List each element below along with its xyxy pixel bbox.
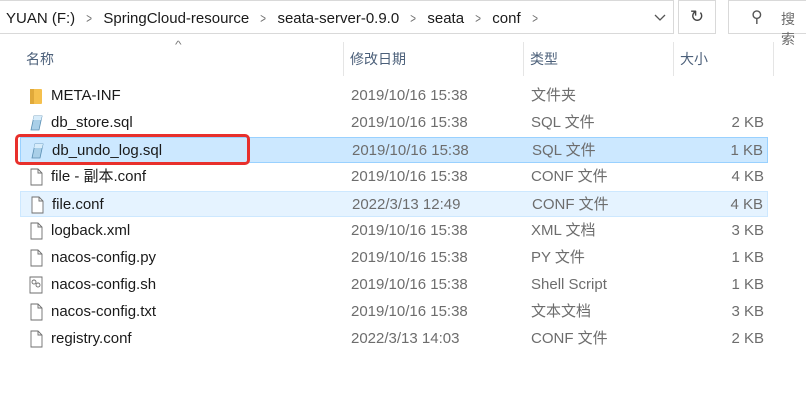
file-name: file.conf bbox=[52, 196, 104, 213]
file-size: 4 KB bbox=[730, 196, 763, 213]
file-date: 2019/10/16 15:38 bbox=[351, 114, 468, 131]
file-row[interactable]: logback.xml 2019/10/16 15:38 XML 文档 3 KB bbox=[20, 218, 768, 244]
file-type: SQL 文件 bbox=[531, 114, 595, 131]
file-name: nacos-config.py bbox=[51, 249, 157, 266]
file-name: db_undo_log.sql bbox=[52, 142, 163, 159]
breadcrumb-seata[interactable]: seata bbox=[427, 10, 464, 27]
file-icon bbox=[30, 168, 43, 186]
chevron-right-icon[interactable]: > bbox=[260, 10, 266, 26]
search-box[interactable]: ⚲ 搜索 bbox=[728, 0, 806, 47]
address-bar[interactable]: YUAN (F:) > SpringCloud-resource > seata… bbox=[0, 0, 674, 34]
column-type[interactable]: 类型 bbox=[523, 42, 673, 76]
file-icon bbox=[30, 222, 43, 240]
file-type: PY 文件 bbox=[531, 249, 585, 266]
file-type: 文本文档 bbox=[531, 303, 592, 320]
file-type: Shell Script bbox=[531, 276, 607, 293]
file-row-hover[interactable]: file.conf 2022/3/13 12:49 CONF 文件 4 KB bbox=[20, 191, 768, 217]
file-date: 2022/3/13 12:49 bbox=[352, 196, 461, 213]
file-row[interactable]: nacos-config.sh 2019/10/16 15:38 Shell S… bbox=[20, 272, 768, 298]
file-row[interactable]: db_store.sql 2019/10/16 15:38 SQL 文件 2 K… bbox=[20, 110, 768, 136]
breadcrumb-drive[interactable]: YUAN (F:) bbox=[6, 10, 75, 27]
file-name: nacos-config.txt bbox=[51, 303, 157, 320]
file-row-selected[interactable]: db_undo_log.sql 2019/10/16 15:38 SQL 文件 … bbox=[20, 137, 768, 163]
file-type: XML 文档 bbox=[531, 222, 596, 239]
refresh-button[interactable]: ↻ bbox=[678, 0, 716, 34]
breadcrumb-conf[interactable]: conf bbox=[492, 10, 520, 27]
file-size: 3 KB bbox=[731, 303, 764, 320]
address-history-dropdown[interactable] bbox=[648, 1, 672, 35]
file-size: 2 KB bbox=[731, 114, 764, 131]
file-icon bbox=[30, 330, 43, 348]
file-date: 2019/10/16 15:38 bbox=[351, 303, 468, 320]
file-date: 2019/10/16 15:38 bbox=[351, 87, 468, 104]
file-name: META-INF bbox=[51, 87, 121, 104]
file-name: db_store.sql bbox=[51, 114, 133, 131]
file-size: 3 KB bbox=[731, 222, 764, 239]
file-row[interactable]: META-INF 2019/10/16 15:38 文件夹 bbox=[20, 83, 768, 109]
chevron-right-icon[interactable]: > bbox=[410, 10, 416, 26]
folder-icon bbox=[30, 89, 42, 104]
file-row[interactable]: nacos-config.py 2019/10/16 15:38 PY 文件 1… bbox=[20, 245, 768, 271]
column-size[interactable]: 大小 bbox=[673, 42, 773, 76]
file-type: 文件夹 bbox=[531, 87, 577, 104]
sort-ascending-icon: ^ bbox=[175, 40, 182, 51]
file-name: nacos-config.sh bbox=[51, 276, 157, 293]
file-size: 1 KB bbox=[731, 276, 764, 293]
file-type: CONF 文件 bbox=[532, 196, 609, 213]
search-icon: ⚲ bbox=[751, 9, 763, 26]
column-date[interactable]: 修改日期 bbox=[343, 42, 523, 76]
column-date-label: 修改日期 bbox=[350, 51, 406, 67]
file-date: 2019/10/16 15:38 bbox=[351, 276, 468, 293]
file-icon bbox=[30, 303, 43, 321]
file-icon bbox=[30, 249, 43, 267]
chevron-right-icon[interactable]: > bbox=[475, 10, 481, 26]
file-type: SQL 文件 bbox=[532, 142, 596, 159]
file-size: 1 KB bbox=[731, 249, 764, 266]
column-header: 名称 ^ 修改日期 类型 大小 bbox=[0, 40, 806, 76]
file-date: 2019/10/16 15:38 bbox=[351, 222, 468, 239]
file-row[interactable]: registry.conf 2022/3/13 14:03 CONF 文件 2 … bbox=[20, 326, 768, 352]
column-type-label: 类型 bbox=[530, 51, 558, 67]
column-name-label: 名称 bbox=[26, 51, 54, 67]
refresh-icon: ↻ bbox=[689, 7, 705, 26]
column-size-label: 大小 bbox=[680, 51, 708, 67]
file-name: logback.xml bbox=[51, 222, 131, 239]
file-name: file - 副本.conf bbox=[51, 168, 147, 185]
file-type: CONF 文件 bbox=[531, 330, 608, 347]
breadcrumb-seata-server[interactable]: seata-server-0.9.0 bbox=[277, 10, 399, 27]
file-date: 2019/10/16 15:38 bbox=[351, 249, 468, 266]
file-size: 1 KB bbox=[730, 142, 763, 159]
file-row[interactable]: file - 副本.conf 2019/10/16 15:38 CONF 文件 … bbox=[20, 164, 768, 190]
file-size: 2 KB bbox=[731, 330, 764, 347]
sql-file-icon bbox=[30, 115, 43, 131]
file-size: 4 KB bbox=[731, 168, 764, 185]
file-date: 2019/10/16 15:38 bbox=[351, 168, 468, 185]
file-icon bbox=[31, 196, 44, 214]
breadcrumb: YUAN (F:) > SpringCloud-resource > seata… bbox=[6, 1, 549, 35]
sql-file-icon bbox=[31, 143, 44, 159]
file-date: 2019/10/16 15:38 bbox=[352, 142, 469, 159]
chevron-right-icon[interactable]: > bbox=[532, 10, 538, 26]
shell-script-icon bbox=[29, 276, 43, 294]
chevron-right-icon[interactable]: > bbox=[86, 10, 92, 26]
file-row[interactable]: nacos-config.txt 2019/10/16 15:38 文本文档 3… bbox=[20, 299, 768, 325]
file-name: registry.conf bbox=[51, 330, 132, 347]
column-divider bbox=[773, 42, 774, 76]
breadcrumb-springcloud-resource[interactable]: SpringCloud-resource bbox=[103, 10, 249, 27]
chevron-down-icon bbox=[654, 14, 666, 21]
file-type: CONF 文件 bbox=[531, 168, 608, 185]
file-date: 2022/3/13 14:03 bbox=[351, 330, 460, 347]
